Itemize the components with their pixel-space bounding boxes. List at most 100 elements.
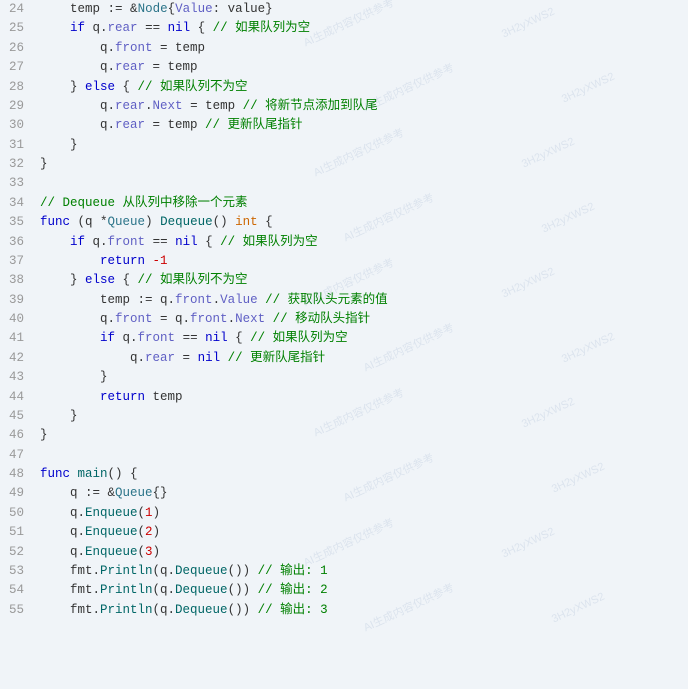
code-token: q.: [40, 525, 85, 539]
code-token: Dequeue: [175, 583, 228, 597]
code-token: // 如果队列为空: [250, 331, 348, 345]
code-token: rear: [145, 351, 175, 365]
line-number: 36: [0, 233, 36, 252]
code-token: // 将新节点添加到队尾: [243, 99, 378, 113]
code-token: ()): [228, 583, 258, 597]
code-token: front: [190, 312, 228, 326]
line-number: 53: [0, 562, 36, 581]
line-number: 41: [0, 329, 36, 348]
code-token: = q.: [153, 312, 191, 326]
code-token: Value: [175, 2, 213, 16]
code-token: q.: [85, 21, 108, 35]
line-number: 38: [0, 271, 36, 290]
code-token: {: [168, 2, 176, 16]
line-content: if q.front == nil { // 如果队列为空: [36, 233, 688, 252]
table-row: 31 }: [0, 136, 688, 155]
code-token: main: [78, 467, 108, 481]
code-token: {: [115, 80, 138, 94]
table-row: 34// Dequeue 从队列中移除一个元素: [0, 194, 688, 213]
code-token: }: [40, 428, 48, 442]
code-token: Enqueue: [85, 506, 138, 520]
table-row: 25 if q.rear == nil { // 如果队列为空: [0, 19, 688, 38]
code-token: q.: [40, 312, 115, 326]
line-number: 46: [0, 426, 36, 445]
line-content: if q.front == nil { // 如果队列为空: [36, 329, 688, 348]
code-lines: 24 temp := &Node{Value: value}25 if q.re…: [0, 0, 688, 620]
code-token: }: [40, 409, 78, 423]
code-token: := q.: [130, 293, 175, 307]
code-token: Dequeue: [175, 564, 228, 578]
line-content: fmt.Println(q.Dequeue()) // 输出: 3: [36, 601, 688, 620]
code-token: // 输出: 3: [258, 603, 328, 617]
code-token: [40, 254, 100, 268]
line-content: }: [36, 426, 688, 445]
code-token: nil: [175, 235, 198, 249]
code-token: func: [40, 467, 70, 481]
code-token: if: [100, 331, 115, 345]
code-token: rear: [108, 21, 138, 35]
code-token: {: [228, 331, 251, 345]
code-token: // 输出: 1: [258, 564, 328, 578]
table-row: 28 } else { // 如果队列不为空: [0, 78, 688, 97]
code-token: q.: [40, 99, 115, 113]
table-row: 52 q.Enqueue(3): [0, 543, 688, 562]
line-content: return -1: [36, 252, 688, 271]
code-token: Node: [138, 2, 168, 16]
table-row: 39 temp := q.front.Value // 获取队头元素的值: [0, 291, 688, 310]
code-token: }: [40, 138, 78, 152]
line-number: 26: [0, 39, 36, 58]
code-token: *: [100, 215, 108, 229]
line-content: q.Enqueue(3): [36, 543, 688, 562]
line-number: 31: [0, 136, 36, 155]
table-row: 41 if q.front == nil { // 如果队列为空: [0, 329, 688, 348]
table-row: 49 q := &Queue{}: [0, 484, 688, 503]
code-token: q.: [40, 60, 115, 74]
code-token: [70, 467, 78, 481]
table-row: 32}: [0, 155, 688, 174]
line-number: 48: [0, 465, 36, 484]
code-token: ()): [228, 564, 258, 578]
line-content: fmt.Println(q.Dequeue()) // 输出: 2: [36, 581, 688, 600]
table-row: 51 q.Enqueue(2): [0, 523, 688, 542]
line-number: 54: [0, 581, 36, 600]
code-token: q.: [40, 545, 85, 559]
code-token: // 如果队列为空: [213, 21, 311, 35]
line-content: q.Enqueue(1): [36, 504, 688, 523]
code-token: Next: [235, 312, 265, 326]
code-token: // 移动队头指针: [273, 312, 371, 326]
line-number: 33: [0, 174, 36, 193]
code-token: ): [153, 506, 161, 520]
code-token: [145, 254, 153, 268]
line-number: 32: [0, 155, 36, 174]
code-token: rear: [115, 118, 145, 132]
code-token: Enqueue: [85, 525, 138, 539]
table-row: 48func main() {: [0, 465, 688, 484]
line-number: 44: [0, 388, 36, 407]
line-number: 27: [0, 58, 36, 77]
code-token: front: [108, 235, 146, 249]
code-token: {}: [153, 486, 168, 500]
line-content: return temp: [36, 388, 688, 407]
code-token: int: [235, 215, 258, 229]
code-token: q.: [115, 331, 138, 345]
table-row: 50 q.Enqueue(1): [0, 504, 688, 523]
table-row: 43 }: [0, 368, 688, 387]
code-token: ): [153, 545, 161, 559]
line-content: }: [36, 155, 688, 174]
table-row: 42 q.rear = nil // 更新队尾指针: [0, 349, 688, 368]
line-content: q.rear.Next = temp // 将新节点添加到队尾: [36, 97, 688, 116]
code-token: return: [100, 254, 145, 268]
code-token: // 如果队列不为空: [138, 80, 248, 94]
code-token: [40, 390, 100, 404]
code-token: [258, 293, 266, 307]
table-row: 36 if q.front == nil { // 如果队列为空: [0, 233, 688, 252]
code-token: rear: [115, 99, 145, 113]
line-content: }: [36, 407, 688, 426]
line-number: 52: [0, 543, 36, 562]
line-number: 29: [0, 97, 36, 116]
table-row: 27 q.rear = temp: [0, 58, 688, 77]
line-number: 30: [0, 116, 36, 135]
code-token: }: [40, 273, 85, 287]
line-number: 37: [0, 252, 36, 271]
code-token: :=: [100, 2, 130, 16]
